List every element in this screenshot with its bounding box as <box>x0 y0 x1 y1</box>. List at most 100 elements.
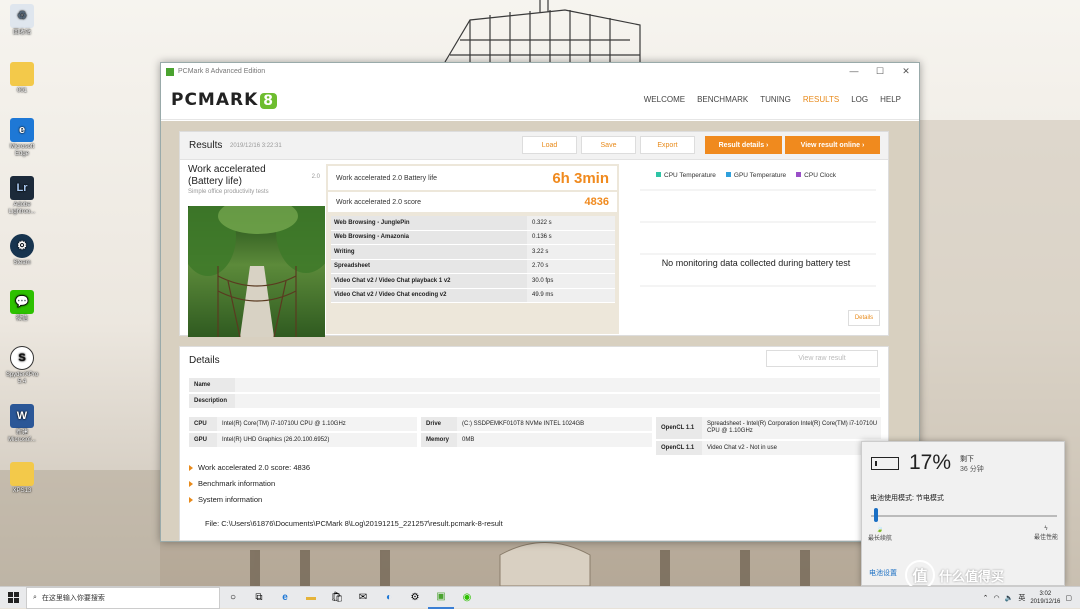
taskbar-wechat-icon[interactable]: ◉ <box>454 587 480 609</box>
tray-language[interactable]: 英 <box>1018 593 1025 603</box>
subtest-list: Web Browsing - JunglePin 0.322 s Web Brow… <box>331 216 615 303</box>
test-image <box>188 206 325 337</box>
main-nav: WELCOME BENCHMARK TUNING RESULTS LOG HEL… <box>644 95 901 104</box>
expand-arrow-icon <box>189 464 193 471</box>
folder-icon <box>10 462 34 486</box>
load-button[interactable]: Load <box>522 136 577 154</box>
desktop-icon-word-doc[interactable]: W 新建 Microsof... <box>2 404 42 444</box>
monitoring-details-button[interactable]: Details <box>848 310 880 326</box>
battery-icon <box>871 457 899 470</box>
task-view-icon[interactable]: ⧉ <box>246 587 272 609</box>
score-column: Work accelerated 2.0 Battery life 6h 3mi… <box>326 164 619 334</box>
app-icon <box>166 67 174 76</box>
taskbar-pcmark-icon[interactable]: ▣ <box>428 587 454 609</box>
start-button[interactable] <box>0 592 26 603</box>
name-row: Name <box>189 378 880 392</box>
network-icon[interactable]: ◠ <box>994 594 1000 602</box>
subtest-row: Video Chat v2 / Video Chat encoding v2 49… <box>331 288 615 303</box>
desktop-icon-lightroom[interactable]: Lr Adobe Lightroo... <box>2 176 42 216</box>
view-result-online-button[interactable]: View result online › <box>785 136 880 154</box>
battery-settings-link[interactable]: 电池设置 <box>869 568 897 578</box>
test-version: 2.0 <box>311 174 320 180</box>
drive-row: Drive (C:) SSDPEMKF010T8 NVMe INTEL 1024G… <box>421 417 652 431</box>
subtest-row: Writing 3.22 s <box>331 245 615 260</box>
nav-welcome[interactable]: WELCOME <box>644 95 685 104</box>
no-monitoring-message: No monitoring data collected during batt… <box>661 258 851 268</box>
desktop-icon-wechat[interactable]: 💬 微信 <box>2 290 42 323</box>
desktop-icon-recycle-bin[interactable]: ♻ 回收站 <box>2 4 42 37</box>
maximize-button[interactable]: ☐ <box>867 66 893 77</box>
save-button[interactable]: Save <box>581 136 636 154</box>
power-mode-slider-thumb[interactable] <box>873 508 878 522</box>
test-name: Work accelerated (Battery life) <box>188 164 266 187</box>
tray-chevron-icon[interactable]: ⌃ <box>983 594 989 602</box>
test-info: Work accelerated (Battery life) 2.0 Simp… <box>188 164 325 337</box>
minimize-button[interactable]: — <box>841 66 867 77</box>
cortana-icon[interactable]: ○ <box>220 587 246 609</box>
expand-arrow-icon <box>189 496 193 503</box>
nav-results[interactable]: RESULTS <box>803 95 839 104</box>
expander-system-information[interactable]: System information <box>189 495 262 504</box>
nav-benchmark[interactable]: BENCHMARK <box>697 95 748 104</box>
subtest-row: Web Browsing - Amazonia 0.136 s <box>331 230 615 245</box>
results-header: Results 2019/12/16 3:22:31 Load Save Exp… <box>180 132 888 160</box>
desktop-icon-spyder[interactable]: S SpyderXPro 5.4 <box>2 346 42 386</box>
edge-icon: e <box>10 118 34 142</box>
desktop-icon-edge[interactable]: e Microsoft Edge <box>2 118 42 158</box>
monitoring-grid <box>640 189 876 287</box>
folder-icon <box>10 62 34 86</box>
steam-icon: ⚙ <box>10 234 34 258</box>
nav-help[interactable]: HELP <box>880 95 901 104</box>
battery-remaining-label: 剩下 <box>960 456 974 463</box>
memory-row: Memory 0MB <box>421 433 652 447</box>
system-tray: ⌃ ◠ 🔈 英 3:02 2019/12/16 ▢ <box>983 590 1080 606</box>
subtest-row: Spreadsheet 2.70 s <box>331 259 615 274</box>
taskbar-mail-icon[interactable]: ✉ <box>350 587 376 609</box>
desktop-icon-folder-001[interactable]: 001 <box>2 62 42 95</box>
leaf-icon: 🍃 <box>876 527 884 533</box>
taskbar-steam-icon[interactable]: ⚙ <box>402 587 428 609</box>
recycle-bin-icon: ♻ <box>10 4 34 28</box>
battery-life-value: 6h 3min <box>552 169 609 187</box>
score-label: Work accelerated 2.0 score <box>336 198 422 206</box>
monitoring-panel: CPU Temperature GPU Temperature CPU Cloc… <box>626 162 888 334</box>
subtest-row: Web Browsing - JunglePin 0.322 s <box>331 216 615 231</box>
description-row: Description <box>189 394 880 408</box>
details-title: Details <box>189 355 220 366</box>
close-button[interactable]: ✕ <box>893 66 919 77</box>
nav-log[interactable]: LOG <box>851 95 868 104</box>
window-title: PCMark 8 Advanced Edition <box>178 68 266 75</box>
taskbar-search-box[interactable]: ⌕ 在这里输入你要搜索 <box>26 586 220 609</box>
results-title: Results <box>189 140 223 151</box>
score-value: 4836 <box>584 196 609 208</box>
windows-icon <box>7 592 19 603</box>
view-raw-result-button[interactable]: View raw result <box>766 350 878 367</box>
battery-percent: 17% <box>909 451 952 474</box>
app-header: PCMARK 8 WELCOME BENCHMARK TUNING RESULTS… <box>161 80 919 120</box>
taskbar-explorer-icon[interactable]: ▬ <box>298 587 324 609</box>
subtest-row: Video Chat v2 / Video Chat playback 1 v2… <box>331 274 615 289</box>
cpu-row: CPU Intel(R) Core(TM) i7-10710U CPU @ 1.1… <box>189 417 417 431</box>
notifications-icon[interactable]: ▢ <box>1065 594 1072 602</box>
wechat-icon: 💬 <box>10 290 34 314</box>
results-date: 2019/12/16 3:22:31 <box>230 143 282 149</box>
expand-arrow-icon <box>189 480 193 487</box>
desktop-icon-steam[interactable]: ⚙ Steam <box>2 234 42 267</box>
export-button[interactable]: Export <box>640 136 695 154</box>
expander-benchmark-information[interactable]: Benchmark information <box>189 479 275 488</box>
taskbar-edge-icon[interactable]: e <box>272 587 298 609</box>
test-subtitle: Simple office productivity tests <box>188 189 269 195</box>
nav-tuning[interactable]: TUNING <box>760 95 791 104</box>
taskbar-app-icon[interactable]: ◐ <box>376 587 402 609</box>
search-icon: ⌕ <box>33 593 37 601</box>
spyder-icon: S <box>10 346 34 370</box>
volume-icon[interactable]: 🔈 <box>1005 594 1014 602</box>
results-panel: Results 2019/12/16 3:22:31 Load Save Exp… <box>179 131 889 337</box>
window-titlebar[interactable]: PCMark 8 Advanced Edition — ☐ ✕ <box>161 63 919 80</box>
expander-score[interactable]: Work accelerated 2.0 score: 4836 <box>189 463 310 472</box>
result-details-button[interactable]: Result details › <box>705 136 782 154</box>
taskbar-store-icon[interactable]: 🛍 <box>324 587 350 609</box>
power-mode-slider[interactable] <box>871 515 1057 517</box>
clock[interactable]: 3:02 2019/12/16 <box>1030 590 1060 606</box>
desktop-icon-folder-xps13[interactable]: XPS13 <box>2 462 42 495</box>
